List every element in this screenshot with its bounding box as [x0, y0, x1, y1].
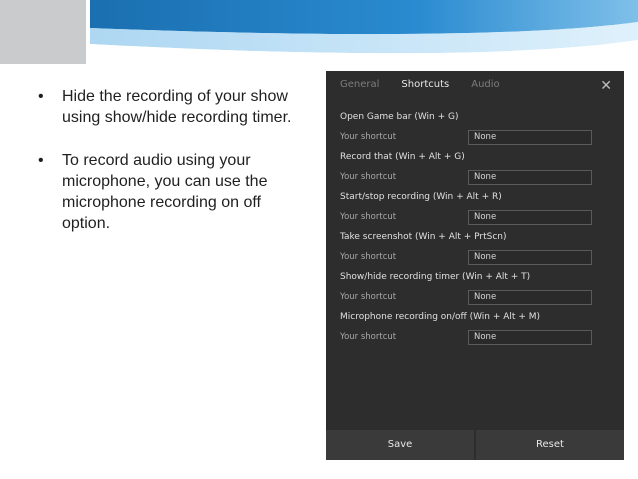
shortcut-input-open-game-bar[interactable]: None: [468, 129, 592, 145]
shortcut-label: Your shortcut: [340, 252, 397, 262]
action-title-show-hide-timer: Show/hide recording timer (Win + Alt + T…: [340, 272, 531, 282]
action-title-microphone-recording: Microphone recording on/off (Win + Alt +…: [340, 312, 540, 322]
shortcut-input-take-screenshot[interactable]: None: [468, 249, 592, 265]
shortcut-list: Open Game bar (Win + G) Your shortcut No…: [340, 111, 610, 351]
slide-bullet-list: • Hide the recording of your show using …: [36, 86, 298, 256]
action-title-open-game-bar: Open Game bar (Win + G): [340, 112, 459, 122]
banner-swoosh: [90, 0, 638, 64]
shortcut-row: Your shortcut None: [340, 289, 610, 305]
tab-audio[interactable]: Audio: [471, 79, 499, 97]
bullet-text: To record audio using your microphone, y…: [62, 152, 268, 232]
game-bar-settings-panel: General Shortcuts Audio ✕ Open Game bar …: [326, 71, 624, 460]
bullet-item: • Hide the recording of your show using …: [36, 86, 298, 128]
close-icon[interactable]: ✕: [600, 78, 612, 94]
shortcut-row: Your shortcut None: [340, 249, 610, 265]
shortcut-input-start-stop-recording[interactable]: None: [468, 209, 592, 225]
shortcut-input-record-that[interactable]: None: [468, 169, 592, 185]
shortcut-label: Your shortcut: [340, 212, 397, 222]
action-title-start-stop-recording: Start/stop recording (Win + Alt + R): [340, 192, 502, 202]
panel-footer: Save Reset: [326, 430, 624, 460]
shortcut-row: Your shortcut None: [340, 169, 610, 185]
settings-tabs: General Shortcuts Audio: [340, 79, 500, 97]
reset-button[interactable]: Reset: [476, 430, 624, 460]
shortcut-input-microphone-recording[interactable]: None: [468, 329, 592, 345]
action-title-record-that: Record that (Win + Alt + G): [340, 152, 465, 162]
shortcut-row: Your shortcut None: [340, 129, 610, 145]
shortcut-input-show-hide-timer[interactable]: None: [468, 289, 592, 305]
tab-shortcuts[interactable]: Shortcuts: [401, 79, 449, 97]
shortcut-label: Your shortcut: [340, 332, 397, 342]
bullet-item: • To record audio using your microphone,…: [36, 150, 298, 234]
shortcut-row: Your shortcut None: [340, 329, 610, 345]
bullet-dot: •: [38, 88, 44, 105]
shortcut-label: Your shortcut: [340, 292, 397, 302]
bullet-text: Hide the recording of your show using sh…: [62, 88, 292, 126]
tab-general[interactable]: General: [340, 79, 379, 97]
header-banner: [0, 0, 638, 64]
shortcut-row: Your shortcut None: [340, 209, 610, 225]
save-button[interactable]: Save: [326, 430, 474, 460]
shortcut-label: Your shortcut: [340, 172, 397, 182]
bullet-dot: •: [38, 152, 44, 169]
shortcut-label: Your shortcut: [340, 132, 397, 142]
action-title-take-screenshot: Take screenshot (Win + Alt + PrtScn): [340, 232, 507, 242]
